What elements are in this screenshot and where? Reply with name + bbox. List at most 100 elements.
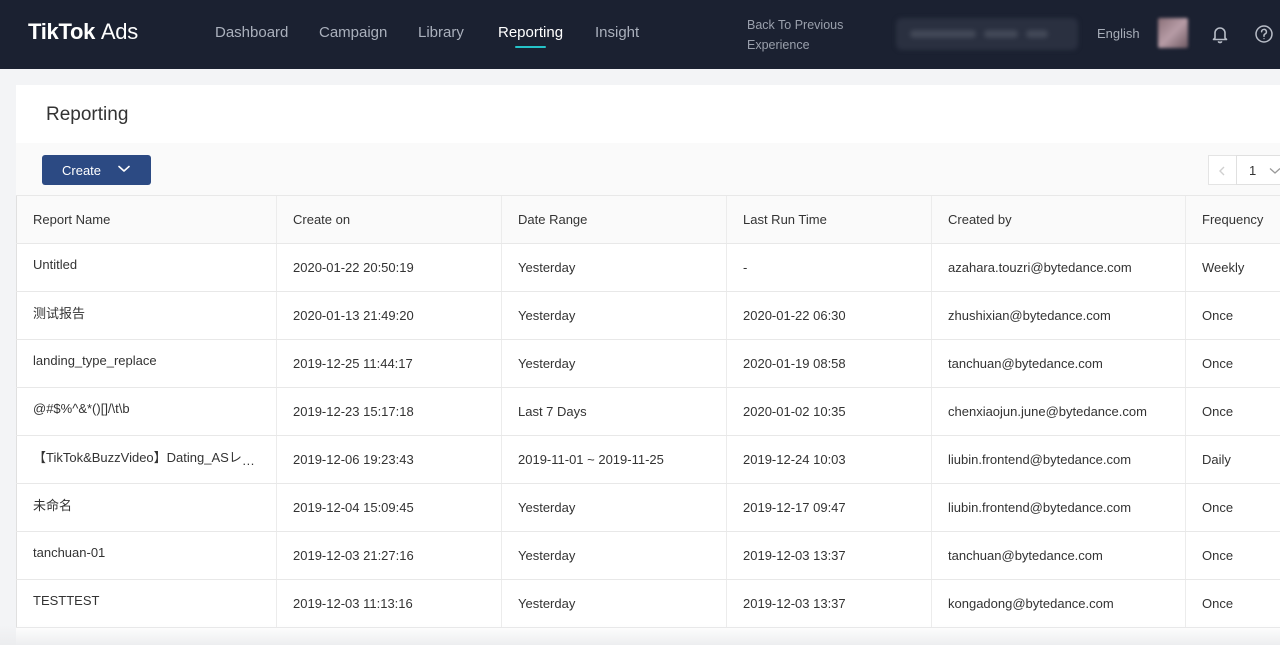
nav-campaign[interactable]: Campaign <box>319 24 387 41</box>
report-name-text: 【TikTok&BuzzVideo】Dating_ASレポ... <box>33 450 266 465</box>
cell-created-by: chenxiaojun.june@bytedance.com <box>931 387 1186 436</box>
cell-create-on: 2020-01-13 21:49:20 <box>276 291 502 340</box>
cell-date-range: Yesterday <box>501 483 727 532</box>
cell-created-by: tanchuan@bytedance.com <box>931 531 1186 580</box>
cell-create-on: 2019-12-06 19:23:43 <box>276 435 502 484</box>
language-selector[interactable]: English <box>1097 26 1140 41</box>
brand-suffix: Ads <box>100 19 138 44</box>
cell-frequency: Daily <box>1185 435 1280 484</box>
cell-create-on: 2020-01-22 20:50:19 <box>276 243 502 292</box>
table-header-row: Report Name Create on Date Range Last Ru… <box>16 195 1280 244</box>
cell-create-on: 2019-12-03 11:13:16 <box>276 579 502 628</box>
column-header-frequency[interactable]: Frequency <box>1185 195 1280 244</box>
chevron-down-icon <box>118 165 130 172</box>
page-number-value: 1 <box>1249 163 1257 178</box>
top-navigation-bar: TikTok Ads Dashboard Campaign Library Re… <box>0 0 1280 69</box>
cell-created-by: tanchuan@bytedance.com <box>931 339 1186 388</box>
cell-created-by: zhushixian@bytedance.com <box>931 291 1186 340</box>
tiktok-ads-logo[interactable]: TikTok Ads <box>28 19 138 45</box>
report-name-text: tanchuan-01 <box>33 545 106 560</box>
cell-frequency: Weekly <box>1185 243 1280 292</box>
cell-last-run-time: 2020-01-19 08:58 <box>726 339 932 388</box>
user-avatar[interactable] <box>1158 18 1188 48</box>
table-row[interactable]: 测试报告 2020-01-13 21:49:20 Yesterday 2020-… <box>16 291 1280 340</box>
help-icon[interactable] <box>1254 24 1274 44</box>
report-name-link[interactable]: landing_type_replace <box>16 339 277 388</box>
report-name-link[interactable]: @#$%^&*()[]/\t\b <box>16 387 277 436</box>
brand-main: TikTok <box>28 19 96 44</box>
cell-date-range: 2019-11-01 ~ 2019-11-25 <box>501 435 727 484</box>
cell-frequency: Once <box>1185 531 1280 580</box>
previous-page-button[interactable] <box>1208 155 1236 185</box>
bell-icon[interactable] <box>1210 24 1230 44</box>
cell-created-by: liubin.frontend@bytedance.com <box>931 483 1186 532</box>
back-to-previous-experience-link[interactable]: Back To Previous Experience <box>747 15 843 55</box>
cell-last-run-time: 2019-12-03 13:37 <box>726 531 932 580</box>
chevron-left-icon <box>1219 166 1225 176</box>
table-row[interactable]: Untitled 2020-01-22 20:50:19 Yesterday -… <box>16 243 1280 292</box>
cell-frequency: Once <box>1185 483 1280 532</box>
report-name-link[interactable]: 未命名 <box>16 483 277 532</box>
cell-last-run-time: 2019-12-24 10:03 <box>726 435 932 484</box>
create-button-label: Create <box>62 163 102 178</box>
report-name-link[interactable]: 【TikTok&BuzzVideo】Dating_ASレポ... <box>16 435 277 484</box>
cell-date-range: Last 7 Days <box>501 387 727 436</box>
nav-library[interactable]: Library <box>418 24 464 41</box>
report-name-text: TESTTEST <box>33 593 100 608</box>
column-header-date-range[interactable]: Date Range <box>501 195 727 244</box>
cell-last-run-time: 2019-12-17 09:47 <box>726 483 932 532</box>
cell-created-by: liubin.frontend@bytedance.com <box>931 435 1186 484</box>
cell-date-range: Yesterday <box>501 243 727 292</box>
report-name-link[interactable]: tanchuan-01 <box>16 531 277 580</box>
cell-create-on: 2019-12-23 15:17:18 <box>276 387 502 436</box>
cell-frequency: Once <box>1185 579 1280 628</box>
cell-last-run-time: - <box>726 243 932 292</box>
report-name-text: 未命名 <box>33 498 73 513</box>
account-selector-blurred[interactable] <box>896 18 1078 50</box>
report-name-text: 测试报告 <box>33 306 86 321</box>
table-row[interactable]: 【TikTok&BuzzVideo】Dating_ASレポ... 2019-12… <box>16 435 1280 484</box>
cell-date-range: Yesterday <box>501 531 727 580</box>
report-name-link[interactable]: TESTTEST <box>16 579 277 628</box>
cell-date-range: Yesterday <box>501 291 727 340</box>
cell-create-on: 2019-12-04 15:09:45 <box>276 483 502 532</box>
back-link-line-2: Experience <box>747 38 810 52</box>
cell-create-on: 2019-12-25 11:44:17 <box>276 339 502 388</box>
report-name-text: Untitled <box>33 257 78 272</box>
table-row[interactable]: TESTTEST 2019-12-03 11:13:16 Yesterday 2… <box>16 579 1280 628</box>
page-title: Reporting <box>46 104 129 125</box>
chevron-down-icon <box>1269 168 1280 174</box>
reporting-panel: Reporting Create 1 Report Name Create on… <box>16 85 1280 645</box>
report-name-link[interactable]: Untitled <box>16 243 277 292</box>
table-row[interactable]: 未命名 2019-12-04 15:09:45 Yesterday 2019-1… <box>16 483 1280 532</box>
column-header-create-on[interactable]: Create on <box>276 195 502 244</box>
column-header-report-name[interactable]: Report Name <box>16 195 277 244</box>
cell-frequency: Once <box>1185 291 1280 340</box>
cell-last-run-time: 2020-01-22 06:30 <box>726 291 932 340</box>
table-toolbar <box>16 143 1280 195</box>
report-name-text: landing_type_replace <box>33 353 157 368</box>
back-link-line-1: Back To Previous <box>747 18 844 32</box>
report-name-text: @#$%^&*()[]/\t\b <box>33 401 130 416</box>
cell-frequency: Once <box>1185 339 1280 388</box>
cell-date-range: Yesterday <box>501 339 727 388</box>
cell-create-on: 2019-12-03 21:27:16 <box>276 531 502 580</box>
cell-created-by: kongadong@bytedance.com <box>931 579 1186 628</box>
table-row[interactable]: @#$%^&*()[]/\t\b 2019-12-23 15:17:18 Las… <box>16 387 1280 436</box>
create-report-button[interactable]: Create <box>42 155 151 185</box>
cell-frequency: Once <box>1185 387 1280 436</box>
nav-reporting[interactable]: Reporting <box>498 24 563 48</box>
reports-table: Report Name Create on Date Range Last Ru… <box>16 195 1280 628</box>
column-header-created-by[interactable]: Created by <box>931 195 1186 244</box>
cell-last-run-time: 2019-12-03 13:37 <box>726 579 932 628</box>
nav-dashboard[interactable]: Dashboard <box>215 24 288 41</box>
page-number-select[interactable]: 1 <box>1236 155 1280 185</box>
table-row[interactable]: tanchuan-01 2019-12-03 21:27:16 Yesterda… <box>16 531 1280 580</box>
column-header-last-run-time[interactable]: Last Run Time <box>726 195 932 244</box>
report-name-link[interactable]: 测试报告 <box>16 291 277 340</box>
cell-created-by: azahara.touzri@bytedance.com <box>931 243 1186 292</box>
scroll-fade-overlay <box>0 625 1280 645</box>
table-row[interactable]: landing_type_replace 2019-12-25 11:44:17… <box>16 339 1280 388</box>
nav-insight[interactable]: Insight <box>595 24 639 41</box>
cell-date-range: Yesterday <box>501 579 727 628</box>
